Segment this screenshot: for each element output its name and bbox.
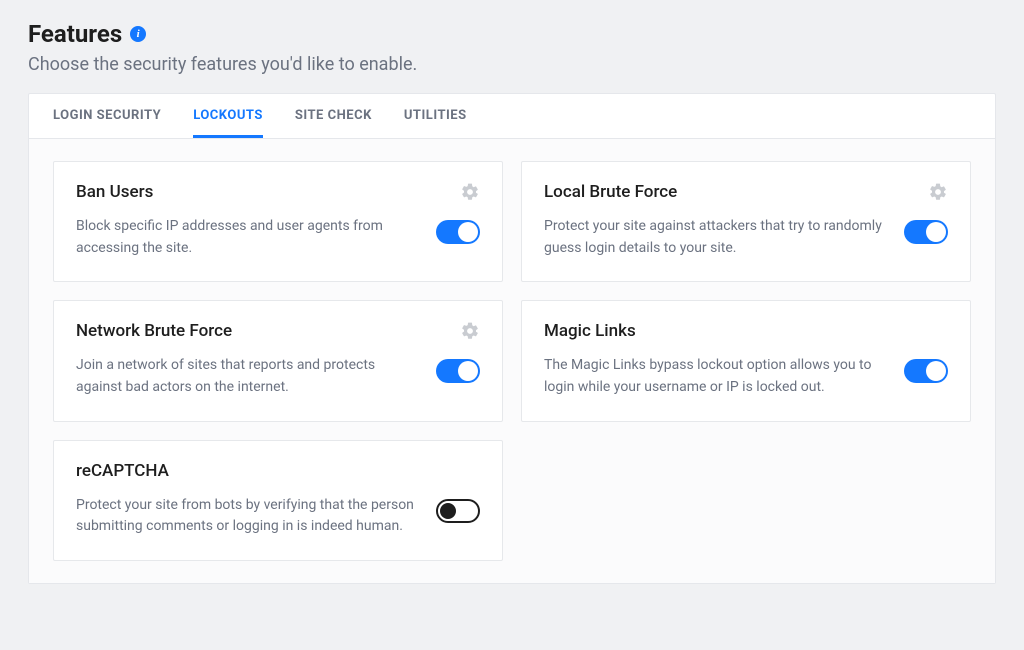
feature-description: Protect your site from bots by verifying… [76, 495, 416, 538]
feature-title: Ban Users [76, 182, 416, 202]
features-panel: LOGIN SECURITY LOCKOUTS SITE CHECK UTILITIE… [28, 93, 996, 584]
feature-description: The Magic Links bypass lockout option al… [544, 355, 884, 398]
feature-toggle[interactable] [904, 220, 948, 244]
feature-card-ban-users: Ban Users Block specific IP addresses and… [53, 161, 503, 282]
feature-description: Block specific IP addresses and user age… [76, 216, 416, 259]
feature-card-local-brute-force: Local Brute Force Protect your site again… [521, 161, 971, 282]
feature-toggle[interactable] [436, 499, 480, 523]
tab-site-check[interactable]: SITE CHECK [295, 94, 372, 138]
feature-description: Join a network of sites that reports and… [76, 355, 416, 398]
feature-title: Network Brute Force [76, 321, 416, 341]
info-icon[interactable]: i [130, 26, 146, 42]
feature-title: Magic Links [544, 321, 884, 341]
feature-toggle[interactable] [436, 359, 480, 383]
feature-description: Protect your site against attackers that… [544, 216, 884, 259]
tab-utilities[interactable]: UTILITIES [404, 94, 467, 138]
feature-toggle[interactable] [904, 359, 948, 383]
tabs: LOGIN SECURITY LOCKOUTS SITE CHECK UTILITIE… [29, 94, 995, 139]
gear-icon[interactable] [460, 321, 480, 341]
feature-card-magic-links: Magic Links The Magic Links bypass lockou… [521, 300, 971, 421]
feature-grid: Ban Users Block specific IP addresses and… [53, 161, 971, 561]
gear-icon[interactable] [928, 182, 948, 202]
gear-icon[interactable] [460, 182, 480, 202]
feature-toggle[interactable] [436, 220, 480, 244]
feature-title: reCAPTCHA [76, 461, 416, 481]
page-title: Features [28, 20, 122, 48]
page-subtitle: Choose the security features you'd like … [28, 54, 996, 75]
tab-login-security[interactable]: LOGIN SECURITY [53, 94, 161, 138]
feature-card-network-brute-force: Network Brute Force Join a network of sit… [53, 300, 503, 421]
feature-title: Local Brute Force [544, 182, 884, 202]
feature-card-recaptcha: reCAPTCHA Protect your site from bots by … [53, 440, 503, 561]
tab-lockouts[interactable]: LOCKOUTS [193, 94, 263, 138]
